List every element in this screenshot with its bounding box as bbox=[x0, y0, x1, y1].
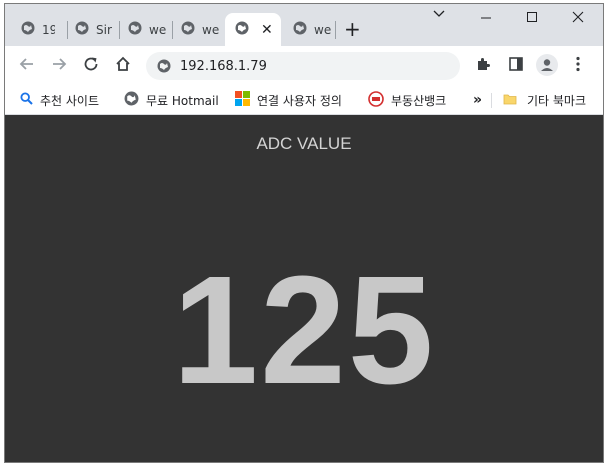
bookmark-label: 부동산뱅크 bbox=[391, 93, 447, 108]
tab-1[interactable]: 19 bbox=[11, 13, 55, 46]
bookmark-label: 기타 북마크 bbox=[527, 93, 587, 108]
globe-icon bbox=[293, 21, 307, 38]
bookmark-label: 무료 Hotmail bbox=[146, 93, 219, 108]
globe-icon bbox=[128, 21, 142, 38]
browser-toolbar: 192.168.1.79 bbox=[5, 46, 603, 86]
bookmark-label: 연결 사용자 정의 bbox=[257, 93, 342, 108]
page-content: ADC VALUE 125 bbox=[5, 115, 603, 462]
tab-title: 19 bbox=[42, 22, 55, 37]
menu-kebab-icon[interactable] bbox=[575, 56, 581, 76]
folder-icon bbox=[503, 92, 517, 109]
profile-avatar-icon[interactable] bbox=[536, 54, 558, 80]
bookmark-recommended-sites[interactable]: 추천 사이트 bbox=[20, 91, 99, 109]
tab-title: we bbox=[314, 22, 332, 37]
extensions-puzzle-icon[interactable] bbox=[475, 56, 491, 76]
bookmarks-overflow-chevron[interactable]: » bbox=[473, 91, 482, 109]
tab-5-active[interactable]: ✕ bbox=[225, 13, 281, 46]
forward-arrow-icon[interactable] bbox=[50, 55, 68, 78]
bookmark-customize-links[interactable]: 연결 사용자 정의 bbox=[235, 91, 342, 109]
bookmarks-divider bbox=[491, 93, 492, 108]
tab-strip: 19 Sir we we ✕ bbox=[5, 4, 603, 46]
bookmarks-bar: 추천 사이트 무료 Hotmail 연결 사용자 정의 부동산뱅크 » 기타 북… bbox=[5, 86, 603, 115]
url-text: 192.168.1.79 bbox=[180, 58, 267, 74]
tab-title: Sir bbox=[96, 22, 112, 37]
tab-4[interactable]: we bbox=[171, 13, 223, 46]
address-bar[interactable]: 192.168.1.79 bbox=[146, 52, 460, 80]
tab-title: we bbox=[202, 22, 220, 37]
adc-value-display: 125 bbox=[172, 244, 436, 416]
close-window-button[interactable] bbox=[572, 11, 584, 27]
site-info-globe-icon[interactable] bbox=[157, 59, 171, 73]
tab-search-dropdown-icon[interactable] bbox=[433, 7, 445, 23]
maximize-button[interactable] bbox=[526, 11, 538, 27]
globe-icon bbox=[21, 21, 35, 38]
globe-icon bbox=[75, 21, 89, 38]
new-tab-button[interactable]: + bbox=[344, 19, 361, 39]
bookmark-hotmail[interactable]: 무료 Hotmail bbox=[124, 91, 219, 109]
bookmark-label: 추천 사이트 bbox=[40, 93, 100, 108]
browser-window: 19 Sir we we ✕ bbox=[4, 3, 604, 463]
back-arrow-icon[interactable] bbox=[18, 55, 36, 78]
realestate-logo-icon bbox=[368, 90, 384, 110]
bookmark-realestate-bank[interactable]: 부동산뱅크 bbox=[368, 90, 447, 110]
tab-close-icon[interactable]: ✕ bbox=[261, 22, 273, 38]
globe-icon bbox=[181, 21, 195, 38]
tab-3[interactable]: we bbox=[118, 13, 170, 46]
tab-separator bbox=[335, 21, 336, 39]
tab-title: we bbox=[149, 22, 167, 37]
side-panel-icon[interactable] bbox=[508, 56, 524, 76]
globe-icon bbox=[124, 91, 139, 109]
other-bookmarks-folder[interactable]: 기타 북마크 bbox=[503, 91, 586, 109]
globe-icon bbox=[235, 21, 249, 38]
search-icon bbox=[20, 92, 33, 108]
tab-6[interactable]: we bbox=[283, 13, 333, 46]
windows-logo-icon bbox=[235, 91, 250, 109]
page-title: ADC VALUE bbox=[256, 134, 352, 153]
home-icon[interactable] bbox=[114, 55, 132, 78]
minimize-button[interactable] bbox=[480, 11, 492, 27]
reload-icon[interactable] bbox=[82, 55, 100, 78]
tab-2[interactable]: Sir bbox=[65, 13, 115, 46]
